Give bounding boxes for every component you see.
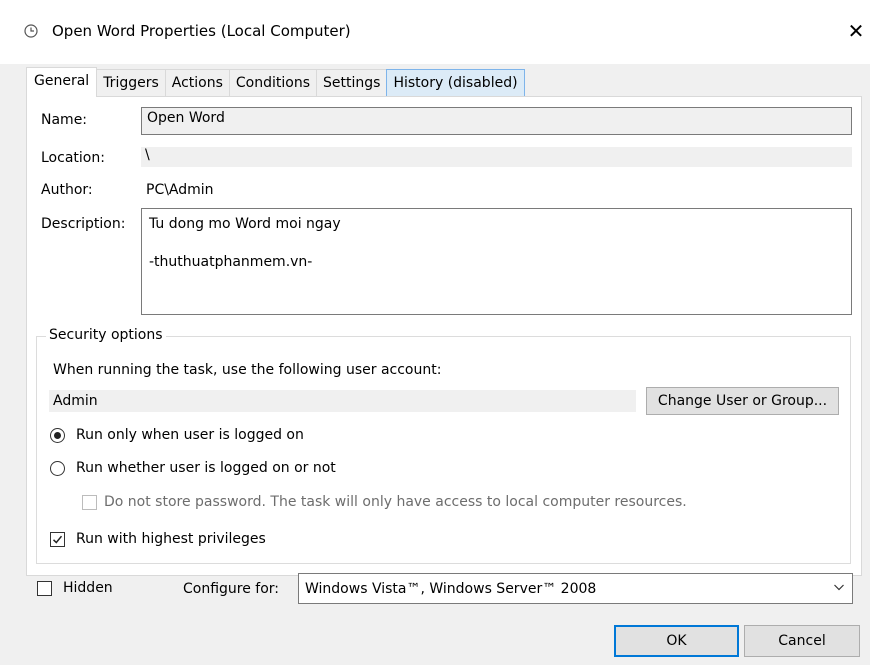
author-value: PC\Admin xyxy=(146,182,214,198)
radio-logged-on-label[interactable]: Run only when user is logged on xyxy=(76,427,304,443)
highest-privileges-checkbox[interactable] xyxy=(50,532,65,547)
configure-for-label: Configure for: xyxy=(183,581,280,597)
account-prompt: When running the task, use the following… xyxy=(53,362,442,378)
hidden-checkbox[interactable] xyxy=(37,581,52,596)
ok-button[interactable]: OK xyxy=(614,625,739,657)
window-title: Open Word Properties (Local Computer) xyxy=(52,22,351,40)
user-account-field: Admin xyxy=(49,390,636,412)
tab-actions[interactable]: Actions xyxy=(164,69,230,96)
radio-whether-logged-on[interactable] xyxy=(50,461,65,476)
tab-settings[interactable]: Settings xyxy=(316,69,388,96)
no-store-password-label[interactable]: Do not store password. The task will onl… xyxy=(104,494,687,510)
checkmark-icon xyxy=(52,535,63,544)
tab-strip: General Triggers Actions Conditions Sett… xyxy=(26,67,525,97)
description-label: Description: xyxy=(41,216,126,232)
tab-general[interactable]: General xyxy=(26,67,98,97)
security-options-title: Security options xyxy=(46,327,166,343)
tab-history[interactable]: History (disabled) xyxy=(386,69,525,96)
location-label: Location: xyxy=(41,150,105,166)
configure-for-dropdown[interactable]: Windows Vista™, Windows Server™ 2008 xyxy=(298,573,853,604)
radio-whether-label[interactable]: Run whether user is logged on or not xyxy=(76,460,336,476)
highest-privileges-label[interactable]: Run with highest privileges xyxy=(76,531,266,547)
close-button[interactable]: ✕ xyxy=(842,14,870,48)
description-textarea[interactable]: Tu dong mo Word moi ngay -thuthuatphanme… xyxy=(141,208,852,315)
cancel-button[interactable]: Cancel xyxy=(744,625,860,657)
hidden-label[interactable]: Hidden xyxy=(63,580,113,596)
name-field[interactable]: Open Word xyxy=(141,107,852,135)
no-store-password-checkbox[interactable] xyxy=(82,495,97,510)
clock-icon xyxy=(24,24,38,38)
close-icon: ✕ xyxy=(847,19,865,43)
tab-conditions[interactable]: Conditions xyxy=(228,69,318,96)
location-value: \ xyxy=(141,147,852,167)
configure-for-value: Windows Vista™, Windows Server™ 2008 xyxy=(305,580,597,597)
radio-logged-on[interactable] xyxy=(50,428,65,443)
chevron-down-icon xyxy=(834,584,844,591)
name-label: Name: xyxy=(41,112,88,128)
author-label: Author: xyxy=(41,182,93,198)
radio-selected-dot xyxy=(54,432,61,439)
tab-triggers[interactable]: Triggers xyxy=(96,69,166,96)
change-user-button[interactable]: Change User or Group... xyxy=(646,387,839,415)
